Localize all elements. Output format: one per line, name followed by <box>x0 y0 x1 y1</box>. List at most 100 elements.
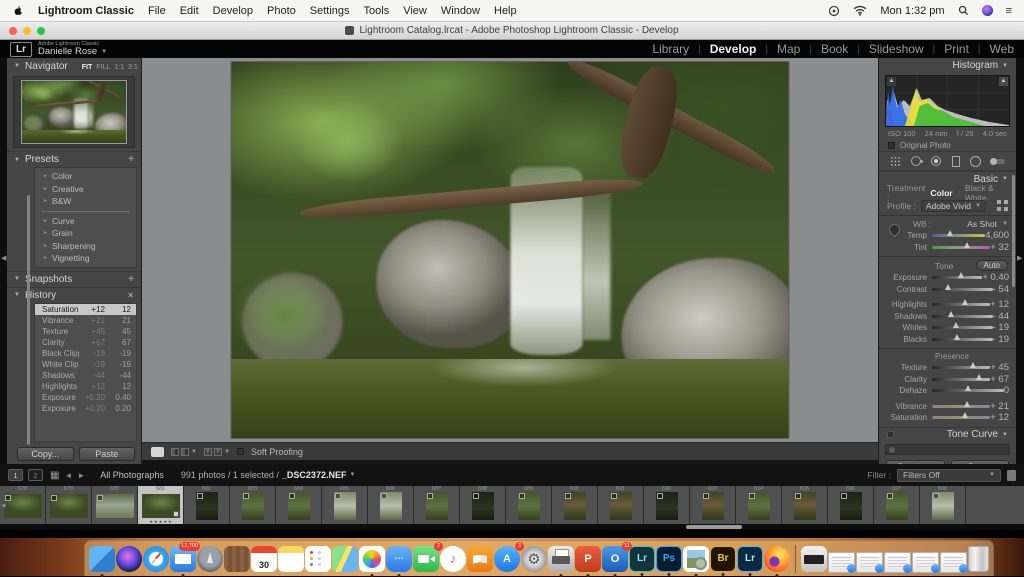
filmstrip-thumbnail[interactable]: 693 <box>690 486 736 524</box>
dock-scanner[interactable] <box>801 546 827 572</box>
slider-track[interactable] <box>932 234 985 237</box>
slider-track[interactable] <box>932 303 990 306</box>
dock-lightroom[interactable]: Lr <box>629 546 655 572</box>
tone-curve-header[interactable]: Tone Curve ▼ <box>879 427 1016 442</box>
dock-app-store[interactable]: A3 <box>494 546 520 572</box>
chevron-down-icon[interactable]: ▼ <box>1002 221 1008 227</box>
collapse-left-panel-icon[interactable]: ◀ <box>1 254 6 262</box>
dock-powerpoint[interactable]: P <box>575 546 601 572</box>
dock-minimized-window[interactable] <box>828 552 855 573</box>
slider-track[interactable] <box>932 378 990 381</box>
profile-browser-icon[interactable] <box>997 200 1008 211</box>
menu-item-photo[interactable]: Photo <box>267 5 296 17</box>
dock-messages[interactable] <box>386 546 412 572</box>
filmstrip-thumbnail[interactable]: 684 <box>276 486 322 524</box>
slider-thumb[interactable] <box>947 230 953 236</box>
dock-bridge[interactable]: Br <box>710 546 736 572</box>
dock-printer[interactable] <box>548 546 574 572</box>
close-window-button[interactable] <box>9 27 17 35</box>
slider-thumb[interactable] <box>958 272 964 278</box>
filmstrip-thumbnail[interactable]: 685 <box>322 486 368 524</box>
navigator-zoom-fit[interactable]: FIT <box>82 64 93 71</box>
preset-folder-color[interactable]: ►Color <box>35 170 136 183</box>
original-photo-checkbox[interactable] <box>888 142 895 149</box>
right-panel-edge[interactable]: ▶ <box>1016 58 1024 464</box>
disclosure-triangle-icon[interactable]: ▼ <box>1002 63 1008 69</box>
dock-notes[interactable] <box>278 546 304 572</box>
menu-clock[interactable]: Mon 1:32 pm <box>880 5 944 17</box>
disclosure-triangle-icon[interactable]: ▼ <box>1002 176 1008 182</box>
add-preset-icon[interactable]: + <box>128 154 134 165</box>
spotlight-icon[interactable] <box>958 5 969 16</box>
slider-thumb[interactable] <box>954 334 960 340</box>
preset-folder-creative[interactable]: ►Creative <box>35 183 136 196</box>
before-after-split-icon[interactable]: YY▼ <box>204 448 230 456</box>
soft-proofing-checkbox[interactable] <box>237 448 244 455</box>
dock-minimized-window[interactable] <box>940 552 967 573</box>
notification-center-icon[interactable]: ≡ <box>1006 5 1012 17</box>
menu-item-develop[interactable]: Develop <box>213 5 253 17</box>
spot-removal-icon[interactable] <box>911 156 921 166</box>
slider-thumb[interactable] <box>948 311 954 317</box>
module-slideshow[interactable]: Slideshow <box>869 42 924 56</box>
red-eye-icon[interactable] <box>931 156 941 166</box>
dock-safari[interactable] <box>143 546 169 572</box>
history-step[interactable]: Clarity+6767 <box>35 337 136 348</box>
history-step[interactable]: Texture+4545 <box>35 326 136 337</box>
module-library[interactable]: Library <box>652 42 689 56</box>
dock-minimized-window[interactable] <box>884 552 911 573</box>
history-step[interactable]: Saturation+1212 <box>35 304 136 315</box>
window-title-bar[interactable]: Lightroom Catalog.lrcat - Adobe Photosho… <box>0 22 1024 40</box>
dock-itunes[interactable]: ♪ <box>440 546 466 572</box>
histogram-header[interactable]: Histogram ▼ <box>879 58 1016 73</box>
dock-finder[interactable] <box>89 546 115 572</box>
filmstrip-thumbnail[interactable]: 681★ ★ ★ ★ ★ <box>138 486 184 524</box>
grid-view-icon[interactable]: ▦ <box>50 470 59 481</box>
before-after-left-right-icon[interactable]: ▼ <box>171 448 197 456</box>
next-photo-icon[interactable]: ► <box>77 471 85 480</box>
filmstrip-thumbnail[interactable]: 697 <box>874 486 920 524</box>
filmstrip-thumbnail[interactable]: 686 <box>368 486 414 524</box>
minimize-window-button[interactable] <box>23 27 31 35</box>
disclosure-triangle-icon[interactable]: ▼ <box>14 292 20 298</box>
previous-photo-icon[interactable]: ◄ <box>64 471 72 480</box>
preset-folder-b-w[interactable]: ►B&W <box>35 195 136 208</box>
preset-folder-curve[interactable]: ►Curve <box>35 215 136 228</box>
presets-header[interactable]: ▼ Presets + <box>7 151 141 167</box>
treatment-color[interactable]: Color <box>930 188 952 198</box>
history-step[interactable]: White Clipping-19-19 <box>35 359 136 370</box>
slider-thumb[interactable] <box>965 385 971 391</box>
dock-minimized-window[interactable] <box>912 552 939 573</box>
dock-lightroom-classic[interactable]: Lr <box>737 546 763 572</box>
highlight-clipping-icon[interactable]: ▲ <box>999 77 1008 86</box>
right-panel-scrollbar[interactable] <box>1012 175 1015 287</box>
module-develop[interactable]: Develop <box>710 42 757 56</box>
targeted-adjustment-bar[interactable] <box>885 444 1010 455</box>
disclosure-triangle-icon[interactable]: ▼ <box>14 63 20 69</box>
filmstrip-thumbnail[interactable]: 688 <box>460 486 506 524</box>
preset-folder-grain[interactable]: ►Grain <box>35 227 136 240</box>
crop-tool-icon[interactable] <box>890 156 901 167</box>
zoom-window-button[interactable] <box>37 27 45 35</box>
navigator-preview[interactable] <box>13 76 135 148</box>
adjustment-brush-icon[interactable] <box>991 159 1005 164</box>
history-step[interactable]: Highlights+1212 <box>35 381 136 392</box>
dock-siri[interactable] <box>116 546 142 572</box>
status-menu-icon[interactable] <box>828 5 840 17</box>
slider-thumb[interactable] <box>964 401 970 407</box>
module-web[interactable]: Web <box>990 42 1014 56</box>
menu-item-window[interactable]: Window <box>441 5 480 17</box>
navigator-zoom-3-1[interactable]: 3:1 <box>128 64 138 71</box>
add-snapshot-icon[interactable]: + <box>128 274 134 285</box>
navigator-zoom-1-1[interactable]: 1:1 <box>114 64 124 71</box>
copy-button[interactable]: Copy... <box>17 447 74 461</box>
history-step[interactable]: Shadows-44-44 <box>35 370 136 381</box>
left-panel-scrollbar[interactable] <box>27 195 30 445</box>
dock-outlook[interactable]: O11 <box>602 546 628 572</box>
slider-track[interactable] <box>932 288 993 291</box>
filmstrip-thumbnail[interactable]: 682 <box>184 486 230 524</box>
filmstrip-thumbnail[interactable]: 696 <box>828 486 874 524</box>
history-step[interactable]: Vibrance+2121 <box>35 315 136 326</box>
paste-button[interactable]: Paste <box>79 447 136 461</box>
navigator-header[interactable]: ▼ Navigator FITFILL1:13:1 ▼ <box>7 58 141 74</box>
